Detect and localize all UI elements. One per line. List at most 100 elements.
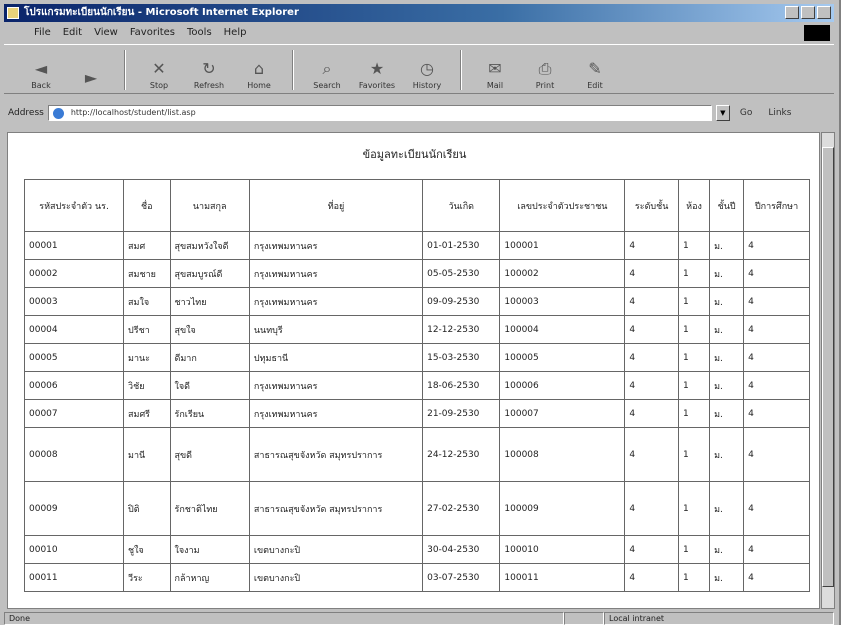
toolbar-label: Print: [535, 81, 555, 90]
table-cell: เขตบางกะปิ: [248, 563, 424, 592]
column-header: นามสกุล: [169, 179, 250, 232]
home-icon: ⌂: [253, 59, 265, 78]
column-header: รหัสประจำตัว นร.: [23, 179, 125, 232]
table-cell: สมใจ: [123, 287, 171, 316]
go-button[interactable]: Go: [734, 108, 758, 118]
toolbar-separator: [460, 50, 462, 90]
column-header: ชั้นปี: [709, 179, 745, 232]
menu-edit[interactable]: Edit: [63, 24, 82, 42]
table-cell: ดีมาก: [169, 343, 250, 372]
table-cell: ม.: [709, 287, 745, 316]
table-cell: ม.: [709, 399, 745, 428]
table-cell: มานะ: [123, 343, 171, 372]
toolbar-separator: [292, 50, 294, 90]
print-icon: ⎙: [538, 59, 552, 78]
toolbar-label: History: [412, 81, 442, 90]
table-cell: 100001: [499, 231, 626, 260]
back-button[interactable]: ◄ Back: [18, 47, 64, 93]
table-cell: กรุงเทพมหานคร: [248, 399, 424, 428]
forward-button[interactable]: ►: [68, 47, 114, 93]
table-row: 00010 ชูใจ ใจงาม เขตบางกะปิ 30-04-2530 100010…: [23, 535, 810, 564]
table-row: 00011 วีระ กล้าหาญ เขตบางกะปิ 03-07-2530 1000…: [23, 563, 810, 592]
print-button[interactable]: ⎙ Print: [522, 47, 568, 93]
table-cell: 4: [624, 535, 679, 564]
edit-icon: ✎: [588, 59, 602, 78]
table-cell: ม.: [709, 371, 745, 400]
table-cell: สุขใจ: [169, 315, 250, 344]
menu-file[interactable]: File: [34, 24, 51, 42]
menu-help[interactable]: Help: [224, 24, 247, 42]
table-cell: 00009: [23, 481, 125, 536]
table-cell: 21-09-2530: [422, 399, 501, 428]
back-icon: ◄: [34, 59, 48, 78]
table-cell: 4: [624, 259, 679, 288]
toolbar-label: Edit: [587, 81, 603, 90]
table-cell: 4: [624, 231, 679, 260]
table-cell: วีระ: [123, 563, 171, 592]
page-icon: [52, 108, 64, 119]
menu-view[interactable]: View: [94, 24, 118, 42]
stop-button[interactable]: ✕ Stop: [136, 47, 182, 93]
windows-logo-icon: [804, 25, 830, 41]
table-cell: 00004: [23, 315, 125, 344]
table-cell: 4: [743, 287, 810, 316]
table-cell: ม.: [709, 315, 745, 344]
status-text: Done: [4, 611, 564, 625]
table-cell: สุขดี: [169, 427, 250, 482]
table-cell: สมศรี: [123, 399, 171, 428]
address-field[interactable]: http://localhost/student/list.asp: [47, 105, 712, 121]
edit-button[interactable]: ✎ Edit: [572, 47, 618, 93]
address-dropdown-button[interactable]: ▼: [715, 105, 730, 121]
menu-tools[interactable]: Tools: [187, 24, 212, 42]
table-cell: สมศ: [123, 231, 171, 260]
links-button[interactable]: Links: [762, 108, 797, 118]
scrollbar-thumb[interactable]: [822, 147, 834, 587]
menu-favorites[interactable]: Favorites: [130, 24, 175, 42]
table-cell: สาธารณสุขจังหวัด สมุทรปราการ: [248, 481, 424, 536]
mail-button[interactable]: ✉ Mail: [472, 47, 518, 93]
table-cell: 1: [677, 371, 711, 400]
status-panel: [564, 611, 604, 625]
close-button[interactable]: [817, 6, 831, 19]
table-cell: 4: [624, 563, 679, 592]
history-button[interactable]: ◷ History: [404, 47, 450, 93]
table-cell: ชาวไทย: [169, 287, 250, 316]
favorites-button[interactable]: ★ Favorites: [354, 47, 400, 93]
table-cell: 1: [677, 231, 711, 260]
table-cell: 4: [743, 481, 810, 536]
table-cell: 100004: [499, 315, 626, 344]
table-cell: ม.: [709, 481, 745, 536]
table-cell: 1: [677, 399, 711, 428]
vertical-scrollbar[interactable]: [821, 132, 835, 609]
refresh-button[interactable]: ↻ Refresh: [186, 47, 232, 93]
table-cell: ชูใจ: [123, 535, 171, 564]
home-button[interactable]: ⌂ Home: [236, 47, 282, 93]
search-button[interactable]: ⌕ Search: [304, 47, 350, 93]
toolbar: ◄ Back ► ✕ Stop ↻ Refresh ⌂ Home ⌕ Search ★ Favorite…: [4, 44, 834, 94]
table-cell: 100003: [499, 287, 626, 316]
table-cell: 09-09-2530: [422, 287, 501, 316]
toolbar-label: Favorites: [358, 81, 396, 90]
table-cell: 4: [743, 343, 810, 372]
table-cell: 4: [743, 563, 810, 592]
table-cell: 4: [743, 399, 810, 428]
table-cell: 00007: [23, 399, 125, 428]
page-content: ข้อมูลทะเบียนนักเรียน รหัสประจำตัว นร. ชื…: [7, 132, 820, 609]
table-row: 00004 ปรีชา สุขใจ นนทบุรี 12-12-2530 100004 4 1…: [23, 315, 810, 344]
table-cell: 1: [677, 343, 711, 372]
table-cell: ใจดี: [169, 371, 250, 400]
table-cell: 4: [624, 427, 679, 482]
table-cell: 4: [624, 399, 679, 428]
table-cell: 01-01-2530: [422, 231, 501, 260]
status-bar: Done Local intranet: [4, 611, 834, 625]
favorites-icon: ★: [369, 59, 385, 78]
table-row: 00008 มานี สุขดี สาธารณสุขจังหวัด สมุทรปราก…: [23, 427, 810, 482]
table-row: 00007 สมศรี รักเรียน กรุงเทพมหานคร 21-09-253…: [23, 399, 810, 428]
toolbar-label: Search: [313, 81, 341, 90]
table-cell: ม.: [709, 343, 745, 372]
table-cell: 4: [624, 343, 679, 372]
minimize-button[interactable]: [785, 6, 799, 19]
maximize-button[interactable]: [801, 6, 815, 19]
table-cell: 4: [624, 481, 679, 536]
column-header: เลขประจำตัวประชาชน: [499, 179, 626, 232]
